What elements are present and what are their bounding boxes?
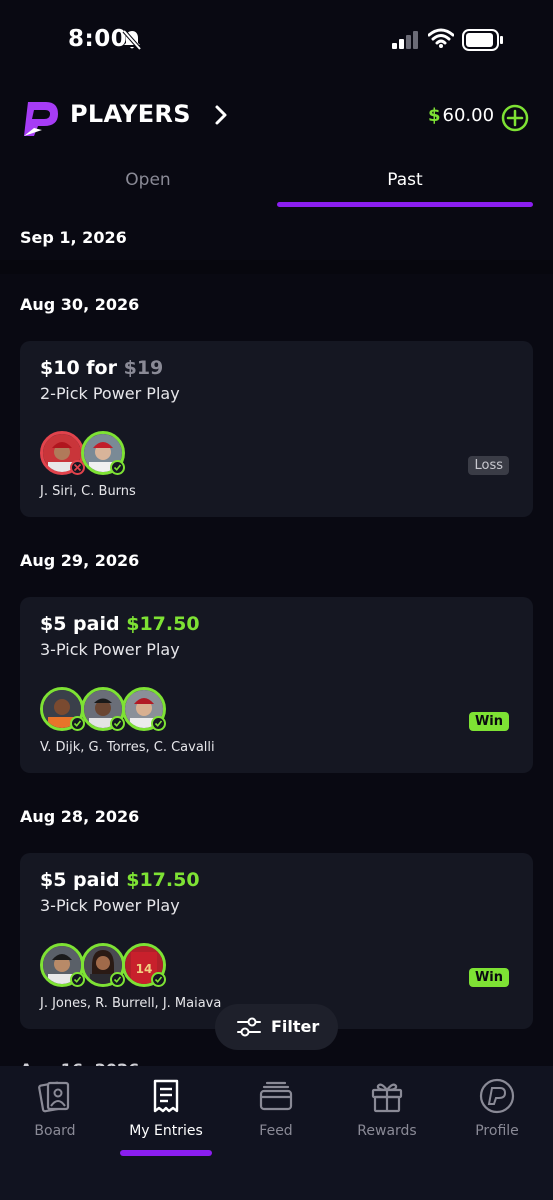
filter-label: Filter <box>271 1017 320 1036</box>
date-header: Sep 1, 2026 <box>20 228 127 247</box>
tab-past[interactable]: Past <box>277 170 533 190</box>
entry-stake: $10 for <box>40 357 117 379</box>
nav-label: My Entries <box>129 1123 203 1139</box>
win-check-icon <box>151 972 166 987</box>
entry-stake: $5 paid <box>40 613 120 635</box>
gift-icon <box>371 1083 403 1113</box>
brand-title[interactable]: PLAYERS <box>70 100 191 128</box>
win-check-icon <box>151 716 166 731</box>
cellular-signal-icon <box>392 31 418 49</box>
section-divider <box>0 260 553 274</box>
result-badge: Loss <box>468 456 509 475</box>
result-badge: Win <box>468 968 509 987</box>
nav-item-board[interactable]: Board <box>0 1078 110 1139</box>
entry-payout: $19 <box>123 357 164 379</box>
nav-item-rewards[interactable]: Rewards <box>332 1078 442 1139</box>
entry-amount: $5 paid $17.50 <box>40 613 200 635</box>
status-bar: 8:00 <box>0 0 553 80</box>
add-funds-plus-icon[interactable] <box>501 104 529 132</box>
entry-card[interactable]: $5 paid $17.50 3-Pick Power Play V. Dijk… <box>20 597 533 773</box>
bottom-navigation: Board My Entries Feed Rewards Profile <box>0 1066 553 1200</box>
win-check-icon <box>110 460 125 475</box>
wallet-balance[interactable]: $60.00 <box>428 105 494 126</box>
balance-amount: 60.00 <box>442 105 495 126</box>
date-header: Aug 29, 2026 <box>20 551 140 570</box>
entry-payout: $17.50 <box>126 869 200 891</box>
result-badge: Win <box>468 712 509 731</box>
players-logo-icon[interactable] <box>20 98 62 140</box>
sliders-icon <box>237 1017 261 1037</box>
battery-icon <box>462 29 503 51</box>
status-time: 8:00 <box>68 26 128 52</box>
feed-stack-icon <box>259 1081 293 1111</box>
entry-type: 3-Pick Power Play <box>40 896 180 915</box>
active-tab-indicator <box>277 202 533 207</box>
nav-item-my-entries[interactable]: My Entries <box>111 1078 221 1139</box>
entry-card[interactable]: $5 paid $17.50 3-Pick Power Play 14 J. J… <box>20 853 533 1029</box>
nav-item-profile[interactable]: Profile <box>442 1078 552 1139</box>
entry-payout: $17.50 <box>126 613 200 635</box>
chevron-right-icon[interactable] <box>214 104 228 126</box>
entry-amount: $5 paid $17.50 <box>40 869 200 891</box>
svg-text:14: 14 <box>136 962 153 976</box>
entry-type: 3-Pick Power Play <box>40 640 180 659</box>
wifi-icon <box>428 28 454 48</box>
nav-label: Rewards <box>357 1123 417 1139</box>
entry-type: 2-Pick Power Play <box>40 384 180 403</box>
filter-button[interactable]: Filter <box>215 1004 338 1050</box>
entry-players: J. Siri, C. Burns <box>40 484 136 499</box>
bell-muted-icon <box>122 29 142 51</box>
nav-item-feed[interactable]: Feed <box>221 1078 331 1139</box>
receipt-icon <box>153 1079 179 1113</box>
entries-tabs: Open Past <box>0 160 553 210</box>
entry-players: J. Jones, R. Burrell, J. Maiava <box>40 996 222 1011</box>
board-cards-icon <box>38 1081 70 1113</box>
app-header: PLAYERS $60.00 <box>0 90 553 150</box>
entry-amount: $10 for $19 <box>40 357 163 379</box>
profile-logo-icon <box>479 1078 515 1114</box>
tab-open[interactable]: Open <box>20 170 276 190</box>
date-header: Aug 30, 2026 <box>20 295 140 314</box>
currency-symbol: $ <box>428 105 441 126</box>
nav-label: Feed <box>259 1123 293 1139</box>
entry-card[interactable]: $10 for $19 2-Pick Power Play J. Siri, C… <box>20 341 533 517</box>
date-header: Aug 28, 2026 <box>20 807 140 826</box>
nav-label: Profile <box>475 1123 519 1139</box>
win-check-icon <box>110 972 125 987</box>
nav-label: Board <box>34 1123 76 1139</box>
win-check-icon <box>110 716 125 731</box>
active-nav-indicator <box>120 1150 212 1156</box>
entry-stake: $5 paid <box>40 869 120 891</box>
entry-players: V. Dijk, G. Torres, C. Cavalli <box>40 740 215 755</box>
